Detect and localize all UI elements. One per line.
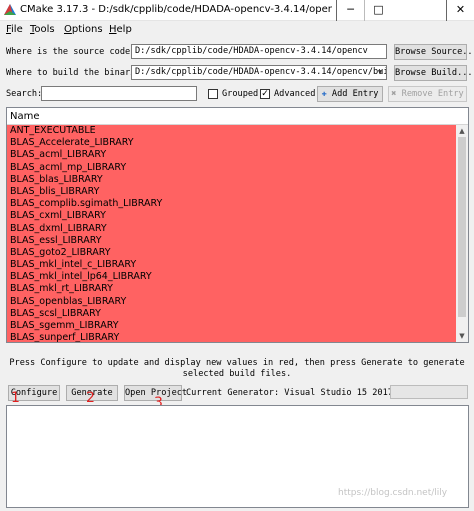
remove-entry-button[interactable]: ✖ Remove Entry: [388, 86, 467, 102]
table-row[interactable]: BLAS_openblas_LIBRARY: [7, 296, 456, 308]
table-row[interactable]: BLAS_sgemm_LIBRARY: [7, 320, 456, 332]
source-label: Where is the source code:: [6, 47, 136, 57]
build-path-value: D:/sdk/cpplib/code/HDADA-opencv-3.4.14/o…: [135, 67, 387, 77]
build-path-combobox[interactable]: D:/sdk/cpplib/code/HDADA-opencv-3.4.14/o…: [131, 65, 387, 80]
advanced-label: Advanced: [274, 89, 316, 99]
table-row[interactable]: BLAS_complib.sgimath_LIBRARY: [7, 198, 456, 210]
chevron-down-icon[interactable]: ▼: [374, 66, 386, 79]
close-button[interactable]: ✕: [446, 0, 474, 21]
table-row[interactable]: BLAS_cxml_LIBRARY: [7, 210, 456, 222]
remove-icon: ✖: [391, 89, 397, 99]
check-icon: ✓: [261, 89, 269, 99]
browse-source-button[interactable]: Browse Source...: [394, 44, 474, 60]
open-project-button[interactable]: Open Project: [124, 385, 187, 401]
advanced-checkbox[interactable]: ✓: [260, 89, 270, 99]
cache-variable-table[interactable]: Name ANT_EXECUTABLE BLAS_Accelerate_LIBRA…: [6, 107, 469, 343]
annotation-2: 2: [86, 390, 95, 406]
menu-tools[interactable]: Tools: [30, 24, 55, 35]
cmake-logo-icon: [4, 4, 16, 15]
scroll-up-icon[interactable]: ▲: [456, 125, 468, 137]
current-generator-label: Current Generator: Visual Studio 15 2017: [186, 388, 393, 398]
scrollbar-thumb[interactable]: [458, 137, 466, 317]
table-row[interactable]: BLAS_goto2_LIBRARY: [7, 247, 456, 259]
table-row[interactable]: BLAS_acml_LIBRARY: [7, 149, 456, 161]
table-row[interactable]: BLAS_Accelerate_LIBRARY: [7, 137, 456, 149]
scroll-down-icon[interactable]: ▼: [456, 330, 468, 342]
table-row[interactable]: BLAS_dxml_LIBRARY: [7, 223, 456, 235]
minimize-button[interactable]: ─: [336, 0, 364, 21]
search-label: Search:: [6, 89, 43, 99]
table-row[interactable]: BLAS_mkl_intel_c_LIBRARY: [7, 259, 456, 271]
table-header[interactable]: Name: [7, 108, 468, 125]
status-message: Press Configure to update and display ne…: [9, 358, 465, 379]
vertical-scrollbar[interactable]: ▲ ▼: [456, 125, 468, 342]
plus-icon: ✚: [321, 89, 327, 99]
table-row[interactable]: BLAS_sunperf_LIBRARY: [7, 332, 456, 342]
browse-build-button[interactable]: Browse Build...: [394, 65, 473, 81]
table-row[interactable]: BLAS_acml_mp_LIBRARY: [7, 162, 456, 174]
progress-bar: [390, 385, 468, 399]
grouped-label: Grouped: [222, 89, 259, 99]
table-row[interactable]: BLAS_scsl_LIBRARY: [7, 308, 456, 320]
menu-bar: File Tools Options Help: [0, 22, 474, 38]
table-row[interactable]: BLAS_blas_LIBRARY: [7, 174, 456, 186]
title-bar: CMake 3.17.3 - D:/sdk/cpplib/code/HDADA-…: [0, 0, 474, 21]
grouped-checkbox[interactable]: [208, 89, 218, 99]
build-label: Where to build the binaries:: [6, 68, 151, 78]
window-title: CMake 3.17.3 - D:/sdk/cpplib/code/HDADA-…: [20, 4, 332, 15]
menu-help[interactable]: Help: [109, 24, 132, 35]
menu-file[interactable]: File: [6, 24, 23, 35]
source-path-input[interactable]: D:/sdk/cpplib/code/HDADA-opencv-3.4.14/o…: [131, 44, 387, 59]
search-input[interactable]: [41, 86, 197, 101]
annotation-1: 1: [11, 390, 20, 406]
table-row[interactable]: ANT_EXECUTABLE: [7, 125, 456, 137]
table-row[interactable]: BLAS_essl_LIBRARY: [7, 235, 456, 247]
add-entry-button[interactable]: ✚ Add Entry: [317, 86, 383, 102]
table-rows: ANT_EXECUTABLE BLAS_Accelerate_LIBRARY BLA…: [7, 125, 456, 342]
watermark: https://blog.csdn.net/lily: [338, 488, 448, 498]
maximize-button[interactable]: □: [364, 0, 392, 21]
column-header-name[interactable]: Name: [10, 111, 40, 122]
table-row[interactable]: BLAS_blis_LIBRARY: [7, 186, 456, 198]
menu-options[interactable]: Options: [64, 24, 103, 35]
table-row[interactable]: BLAS_mkl_intel_lp64_LIBRARY: [7, 271, 456, 283]
table-row[interactable]: BLAS_mkl_rt_LIBRARY: [7, 283, 456, 295]
